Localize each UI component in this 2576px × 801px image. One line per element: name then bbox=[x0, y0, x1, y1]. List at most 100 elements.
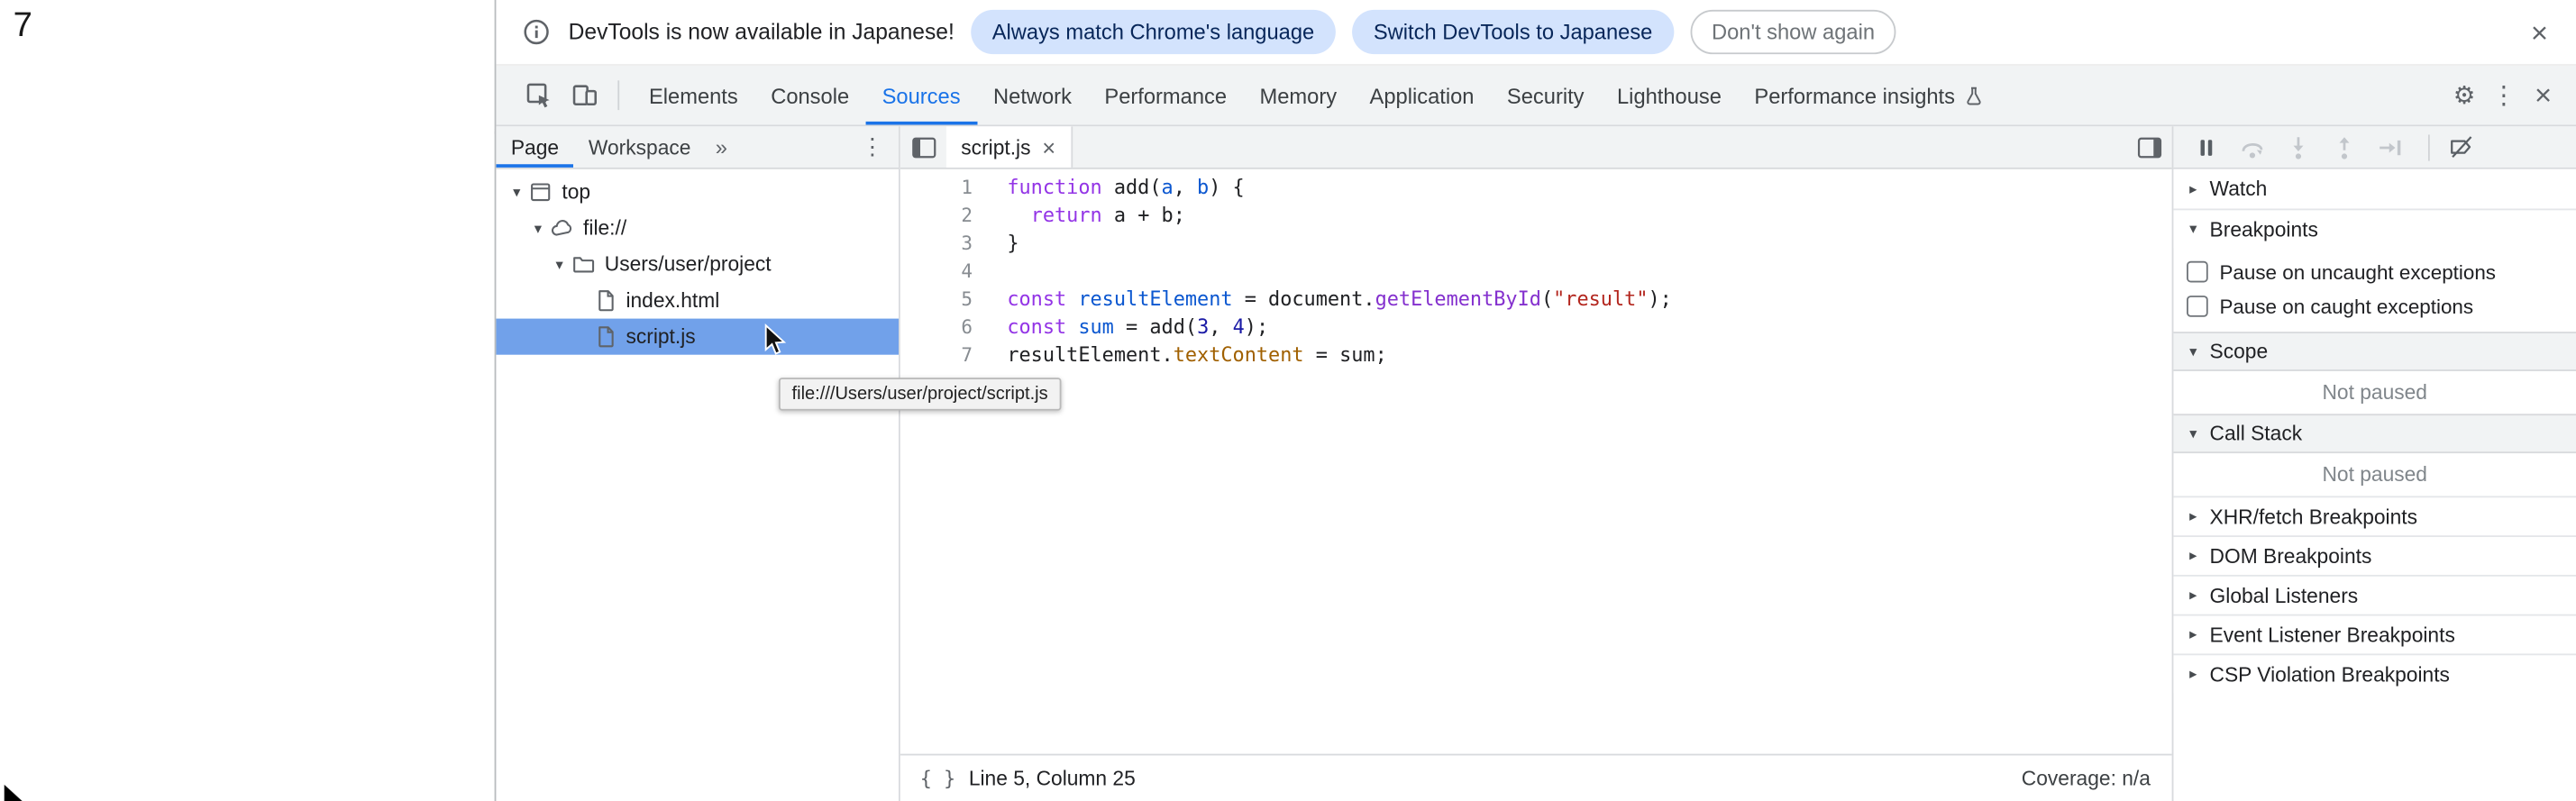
editor-tabstrip: script.js × bbox=[900, 126, 2172, 168]
line-number[interactable]: 4 bbox=[900, 258, 973, 286]
toggle-debugger-panel-icon[interactable] bbox=[2126, 126, 2172, 168]
tab-elements[interactable]: Elements bbox=[633, 66, 754, 125]
code-text[interactable]: const resultElement = document.getElemen… bbox=[1007, 286, 1672, 314]
inspect-element-icon[interactable] bbox=[523, 78, 555, 111]
section-event-listener-breakpoints[interactable]: ▸Event Listener Breakpoints bbox=[2173, 614, 2576, 654]
code-line-6: 6 const sum = add(3, 4); bbox=[900, 314, 2172, 341]
tab-network[interactable]: Network bbox=[977, 66, 1088, 125]
code-line-3: 3} bbox=[900, 230, 2172, 258]
code-text[interactable]: return a + b; bbox=[1007, 202, 1185, 230]
toggle-navigator-panel-icon[interactable] bbox=[900, 126, 946, 168]
code-line-2: 2 return a + b; bbox=[900, 202, 2172, 230]
toolbar-separator bbox=[617, 80, 619, 110]
expand-arrow-icon[interactable]: ▾ bbox=[549, 255, 571, 273]
line-number[interactable]: 3 bbox=[900, 230, 973, 258]
code-text[interactable]: } bbox=[1007, 230, 1019, 258]
expand-arrow-icon[interactable]: ▾ bbox=[506, 183, 527, 201]
code-text[interactable]: resultElement.textContent = sum; bbox=[1007, 341, 1386, 369]
folder-icon bbox=[570, 251, 596, 278]
expand-arrow-icon[interactable]: ▾ bbox=[527, 219, 549, 237]
code-text[interactable]: function add(a, b) { bbox=[1007, 174, 1244, 202]
section-label: Breakpoints bbox=[2210, 218, 2318, 241]
tab-performance-insights[interactable]: Performance insights bbox=[1738, 66, 2001, 125]
editor-tab-script-js[interactable]: script.js × bbox=[946, 126, 1073, 168]
infobar-close-icon[interactable]: × bbox=[2523, 17, 2556, 47]
editor-tab-label: script.js bbox=[961, 135, 1030, 159]
expand-arrow-icon: ▸ bbox=[2185, 180, 2201, 198]
section-label: CSP Violation Breakpoints bbox=[2210, 662, 2450, 686]
browser-page-background: 7 bbox=[0, 0, 495, 801]
tab-security[interactable]: Security bbox=[1491, 66, 1601, 125]
tree-item-file[interactable]: ▾ file:// bbox=[496, 210, 899, 246]
pause-on-caught-exceptions-row[interactable]: Pause on caught exceptions bbox=[2173, 289, 2576, 323]
line-number[interactable]: 7 bbox=[900, 341, 973, 369]
coverage-status: Coverage: n/a bbox=[2022, 767, 2151, 790]
section-scope[interactable]: ▾Scope bbox=[2173, 332, 2576, 371]
devtools-close-icon[interactable]: × bbox=[2524, 76, 2563, 115]
tree-item-label: file:// bbox=[583, 217, 626, 241]
section-call-stack[interactable]: ▾Call Stack bbox=[2173, 414, 2576, 453]
navigator-tabbar: Page Workspace » ⋮ bbox=[496, 126, 899, 168]
info-icon bbox=[523, 17, 553, 47]
tab-sources[interactable]: Sources bbox=[865, 66, 976, 125]
tab-memory[interactable]: Memory bbox=[1243, 66, 1353, 125]
code-text[interactable]: const sum = add(3, 4); bbox=[1007, 314, 1268, 341]
navigator-tab-page[interactable]: Page bbox=[496, 126, 573, 168]
checkbox-label: Pause on caught exceptions bbox=[2219, 295, 2473, 318]
code-line-5: 5 const resultElement = document.getEleme… bbox=[900, 286, 2172, 314]
sources-panel: Page Workspace » ⋮ ▾ top ▾ file:// ▾Users/us… bbox=[496, 126, 2576, 801]
section-xhr-fetch-breakpoints[interactable]: ▸XHR/fetch Breakpoints bbox=[2173, 496, 2576, 535]
braces-icon[interactable]: { } bbox=[920, 767, 956, 790]
section-global-listeners[interactable]: ▸Global Listeners bbox=[2173, 575, 2576, 614]
call-stack-placeholder: Not paused bbox=[2173, 453, 2576, 496]
tab-close-icon[interactable]: × bbox=[1042, 135, 1055, 159]
tab-performance[interactable]: Performance bbox=[1088, 66, 1243, 125]
tab-label: Lighthouse bbox=[1617, 83, 1722, 107]
line-number[interactable]: 6 bbox=[900, 314, 973, 341]
section-label: Scope bbox=[2210, 340, 2269, 363]
pause-icon[interactable] bbox=[2183, 125, 2229, 168]
line-number[interactable]: 2 bbox=[900, 202, 973, 230]
tree-item-script-js[interactable]: script.js bbox=[496, 319, 899, 355]
section-csp-violation-breakpoints[interactable]: ▸CSP Violation Breakpoints bbox=[2173, 653, 2576, 693]
section-watch[interactable]: ▸Watch bbox=[2173, 169, 2576, 209]
file-icon bbox=[591, 287, 617, 314]
flask-icon bbox=[1963, 85, 1985, 106]
tree-item-label: top bbox=[562, 180, 590, 204]
deactivate-breakpoints-icon[interactable] bbox=[2438, 125, 2484, 168]
tab-label: Performance bbox=[1104, 83, 1227, 107]
section-breakpoints[interactable]: ▾Breakpoints bbox=[2173, 208, 2576, 248]
settings-gear-icon[interactable]: ⚙ bbox=[2444, 76, 2484, 115]
section-dom-breakpoints[interactable]: ▸DOM Breakpoints bbox=[2173, 535, 2576, 575]
always-match-chrome-language-button[interactable]: Always match Chrome's language bbox=[971, 10, 1336, 54]
pause-on-caught-exceptions-checkbox[interactable] bbox=[2187, 296, 2208, 317]
code-editor[interactable]: 1function add(a, b) {2 return a + b;3}45… bbox=[900, 169, 2172, 754]
tab-application[interactable]: Application bbox=[1353, 66, 1490, 125]
tree-item-top[interactable]: ▾ top bbox=[496, 174, 899, 210]
editor-pane: script.js × 1function add(a, b) {2 retur… bbox=[900, 126, 2172, 801]
navigator-more-options-icon[interactable]: ⋮ bbox=[846, 133, 899, 161]
step-into-icon bbox=[2275, 125, 2321, 168]
infobar-message: DevTools is now available in Japanese! bbox=[569, 20, 955, 44]
section-label: Global Listeners bbox=[2210, 584, 2359, 607]
tab-lighthouse[interactable]: Lighthouse bbox=[1601, 66, 1738, 125]
tree-item-index-html[interactable]: index.html bbox=[496, 283, 899, 319]
line-number[interactable]: 1 bbox=[900, 174, 973, 202]
dont-show-again-button[interactable]: Don't show again bbox=[1690, 10, 1895, 54]
screenshot-root: 7 DevTools is now available in Japanese!… bbox=[0, 0, 2576, 801]
editor-statusbar: { } Line 5, Column 25 Coverage: n/a bbox=[900, 754, 2172, 801]
pause-on-uncaught-exceptions-checkbox[interactable] bbox=[2187, 261, 2208, 283]
mouse-cursor-large bbox=[0, 777, 51, 801]
tab-console[interactable]: Console bbox=[754, 66, 865, 125]
line-number[interactable]: 5 bbox=[900, 286, 973, 314]
more-options-icon[interactable]: ⋮ bbox=[2484, 76, 2524, 115]
switch-devtools-to-japanese-button[interactable]: Switch DevTools to Japanese bbox=[1352, 10, 1674, 54]
step-over-icon bbox=[2229, 125, 2275, 168]
pause-on-uncaught-exceptions-row[interactable]: Pause on uncaught exceptions bbox=[2173, 255, 2576, 289]
more-tabs-icon[interactable]: » bbox=[706, 134, 737, 159]
device-toolbar-icon[interactable] bbox=[569, 78, 601, 111]
navigator-tab-workspace[interactable]: Workspace bbox=[573, 126, 705, 168]
tree-item-users-user-project[interactable]: ▾Users/user/project bbox=[496, 246, 899, 282]
expand-arrow-icon: ▸ bbox=[2185, 547, 2201, 565]
navigator-tab-label: Workspace bbox=[589, 135, 691, 159]
